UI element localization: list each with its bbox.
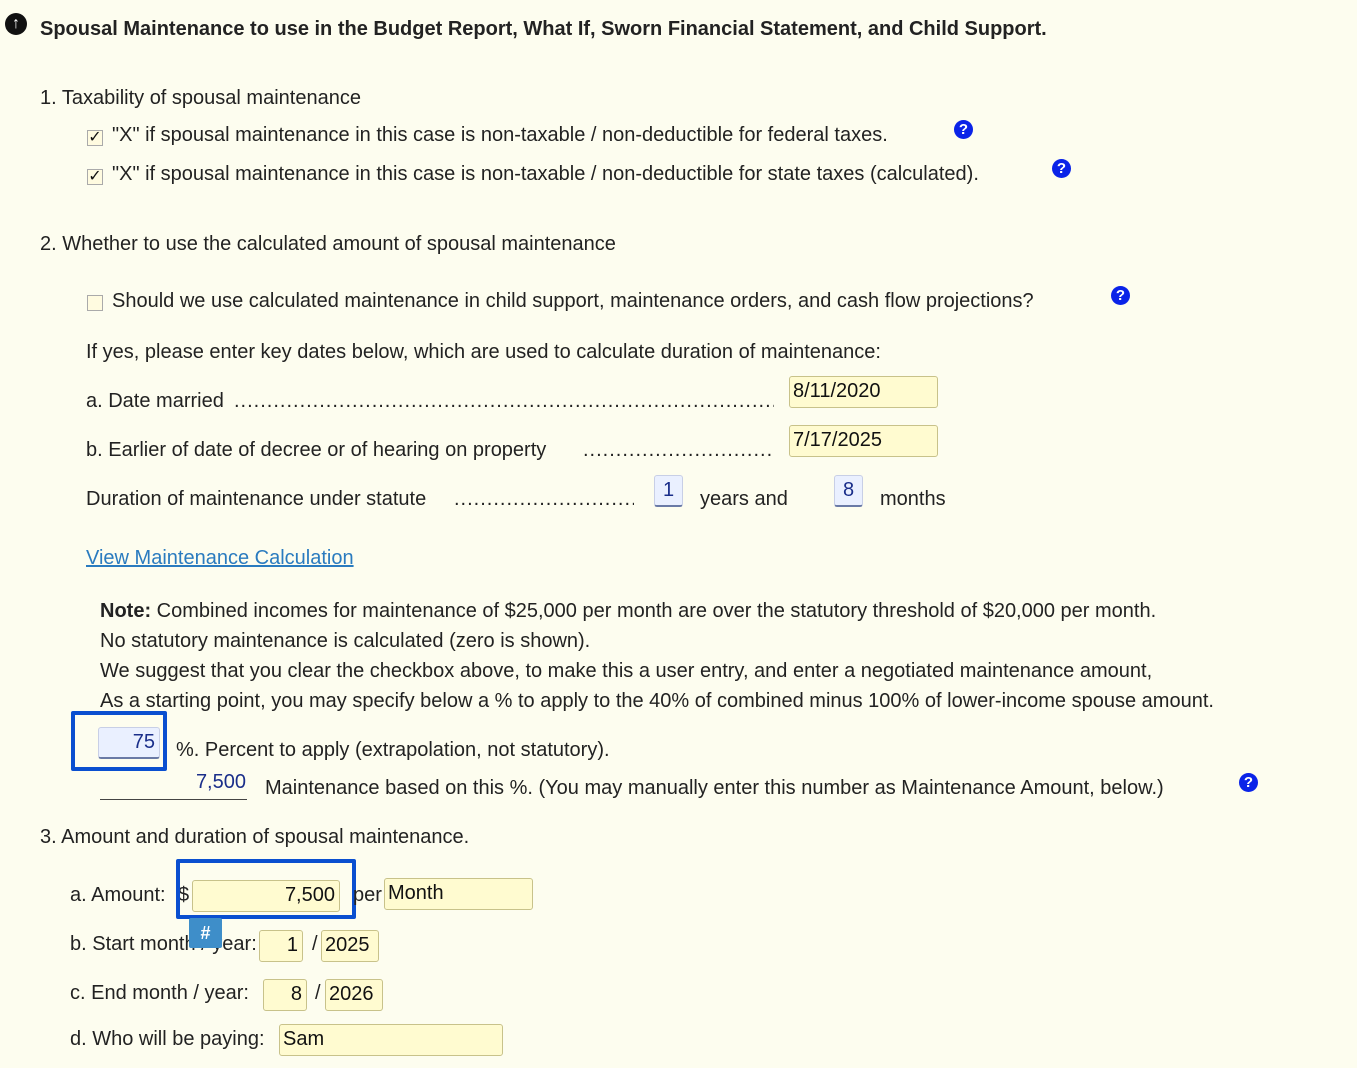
section2-heading: 2. Whether to use the calculated amount … <box>40 233 616 255</box>
checkmark-icon: ✓ <box>88 129 102 146</box>
section1-heading: 1. Taxability of spousal maintenance <box>40 87 361 109</box>
focus-highlight <box>176 859 356 919</box>
based-value-underline <box>100 799 247 800</box>
decree-date-label: b. Earlier of date of decree or of heari… <box>86 439 547 461</box>
question-circle-icon[interactable]: ? <box>1052 159 1071 178</box>
leader-dots: ........................................… <box>454 488 634 510</box>
decree-date-input[interactable]: 7/17/2025 <box>789 425 938 457</box>
years-and-label: years and <box>700 488 788 510</box>
use-calculated-label: Should we use calculated maintenance in … <box>112 290 1034 312</box>
note-line3: We suggest that you clear the checkbox a… <box>100 660 1153 682</box>
leader-dots: ........................................… <box>234 390 774 412</box>
duration-months-value: 8 <box>834 475 863 507</box>
note-bold: Note: <box>100 600 152 622</box>
end-month-input[interactable]: 8 <box>263 979 307 1011</box>
start-label: b. Start month / year: <box>70 933 257 955</box>
period-select[interactable]: Month <box>384 878 533 910</box>
section3-heading: 3. Amount and duration of spousal mainte… <box>40 826 470 848</box>
slash: / <box>312 933 318 955</box>
based-value: 7,500 <box>195 771 246 793</box>
months-label: months <box>880 488 946 510</box>
start-year-input[interactable]: 2025 <box>321 930 379 962</box>
state-nontaxable-label: "X" if spousal maintenance in this case … <box>112 163 979 185</box>
question-circle-icon[interactable]: ? <box>954 120 973 139</box>
payer-label: d. Who will be paying: <box>70 1028 265 1050</box>
note-line2: No statutory maintenance is calculated (… <box>100 630 591 652</box>
question-circle-icon[interactable]: ? <box>1111 286 1130 305</box>
checkmark-icon: ✓ <box>88 168 102 185</box>
page-title: Spousal Maintenance to use in the Budget… <box>40 18 1047 40</box>
note-line1: Note: Combined incomes for maintenance o… <box>100 600 1156 623</box>
amount-label: a. Amount: <box>70 884 166 906</box>
number-format-icon[interactable]: # <box>189 918 222 948</box>
view-maintenance-calculation-link[interactable]: View Maintenance Calculation <box>86 547 354 570</box>
use-calculated-checkbox[interactable] <box>87 295 103 311</box>
leader-dots: ........................................… <box>583 439 774 461</box>
based-label: Maintenance based on this %. (You may ma… <box>265 777 1164 799</box>
payer-select[interactable]: Sam <box>279 1024 503 1056</box>
federal-nontaxable-label: "X" if spousal maintenance in this case … <box>112 124 888 146</box>
note-text: Combined incomes for maintenance of $25,… <box>151 600 1157 622</box>
federal-nontaxable-checkbox[interactable]: ✓ <box>87 130 103 146</box>
state-nontaxable-checkbox[interactable]: ✓ <box>87 169 103 185</box>
focus-highlight <box>71 711 167 771</box>
key-dates-intro: If yes, please enter key dates below, wh… <box>86 341 881 363</box>
note-line4: As a starting point, you may specify bel… <box>100 690 1214 712</box>
slash: / <box>315 982 321 1004</box>
question-circle-icon[interactable]: ? <box>1239 773 1258 792</box>
collapse-up-icon[interactable]: ↑ <box>5 13 27 35</box>
duration-label: Duration of maintenance under statute <box>86 488 427 510</box>
percent-label: %. Percent to apply (extrapolation, not … <box>176 739 610 761</box>
end-year-input[interactable]: 2026 <box>325 979 383 1011</box>
per-label: per <box>353 884 382 906</box>
date-married-label: a. Date married <box>86 390 224 412</box>
end-label: c. End month / year: <box>70 982 249 1004</box>
start-month-input[interactable]: 1 <box>259 930 303 962</box>
duration-years-value: 1 <box>654 475 683 507</box>
date-married-input[interactable]: 8/11/2020 <box>789 376 938 408</box>
